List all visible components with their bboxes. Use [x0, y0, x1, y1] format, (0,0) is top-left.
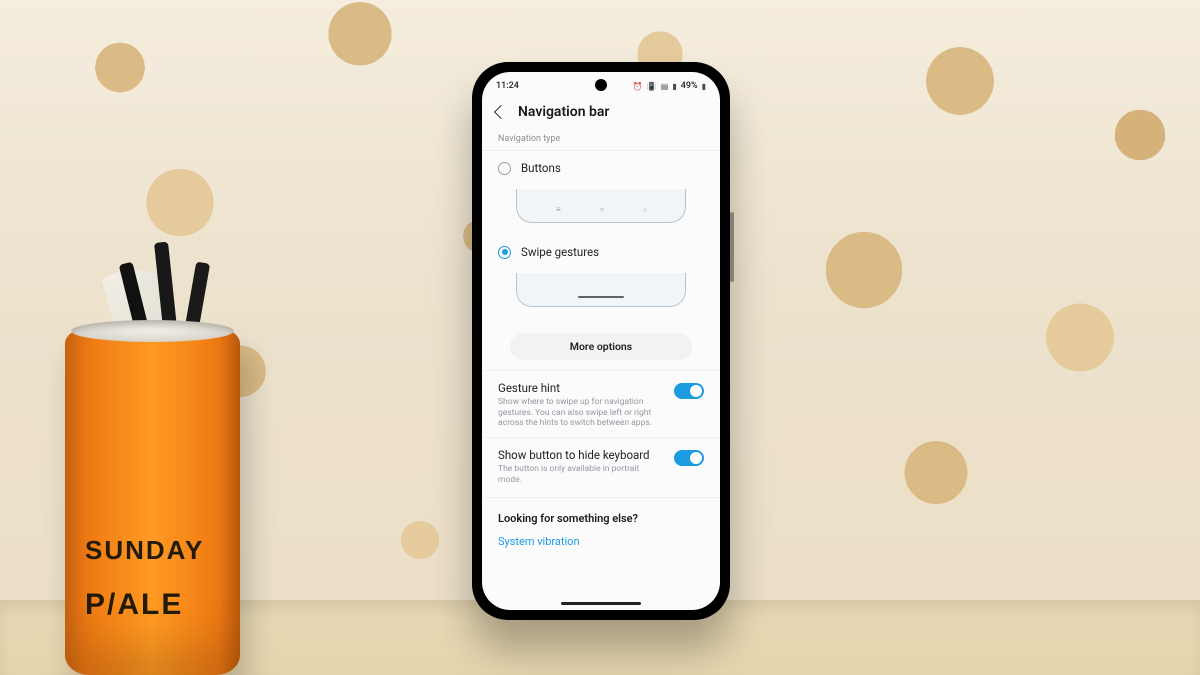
toggle-hide-keyboard[interactable]: [674, 450, 704, 466]
battery-text: 49%: [681, 81, 698, 91]
signal-icon: ▮: [672, 82, 676, 91]
front-camera-hole: [595, 79, 607, 91]
back-glyph-icon: ‹: [644, 205, 646, 214]
page-header: Navigation bar: [482, 96, 720, 130]
preview-swipe: [510, 267, 692, 311]
hide-keyboard-title: Show button to hide keyboard: [498, 448, 664, 462]
battery-icon: ▮: [702, 82, 706, 91]
home-icon: ○: [600, 205, 605, 214]
phone-frame: 11:24 ⏰ 📳 ▤ ▮ 49% ▮ Navigation bar Navig…: [472, 62, 730, 620]
can-label-line2: P/ALE: [85, 588, 183, 622]
row-gesture-hint[interactable]: Gesture hint Show where to swipe up for …: [482, 370, 720, 437]
hide-keyboard-desc: The button is only available in portrait…: [498, 464, 664, 485]
recents-icon: ≡: [556, 205, 561, 214]
option-buttons-label: Buttons: [521, 161, 561, 175]
option-swipe-label: Swipe gestures: [521, 245, 599, 259]
phone-screen: 11:24 ⏰ 📳 ▤ ▮ 49% ▮ Navigation bar Navig…: [482, 72, 720, 610]
more-options-button[interactable]: More options: [510, 333, 692, 360]
wifi-icon: ▤: [661, 82, 669, 91]
can-label-line1: SUNDAY: [85, 535, 204, 566]
orange-can: SUNDAY P/ALE: [65, 330, 240, 675]
section-label-nav-type: Navigation type: [482, 130, 720, 151]
page-title: Navigation bar: [518, 104, 609, 120]
option-buttons[interactable]: Buttons: [482, 151, 720, 177]
radio-buttons[interactable]: [498, 162, 511, 175]
option-swipe[interactable]: Swipe gestures: [482, 235, 720, 261]
back-icon[interactable]: [494, 105, 508, 119]
radio-swipe[interactable]: [498, 246, 511, 259]
footer-heading: Looking for something else?: [482, 497, 720, 529]
row-hide-keyboard-button[interactable]: Show button to hide keyboard The button …: [482, 437, 720, 493]
footer-link-system-vibration[interactable]: System vibration: [482, 529, 720, 562]
gesture-hint-title: Gesture hint: [498, 381, 664, 395]
preview-buttons: ≡ ○ ‹: [510, 183, 692, 227]
system-gesture-bar[interactable]: [561, 602, 641, 605]
vibrate-icon: 📳: [647, 82, 657, 91]
preview-buttons-icons: ≡ ○ ‹: [517, 205, 685, 214]
toggle-gesture-hint[interactable]: [674, 383, 704, 399]
status-time: 11:24: [496, 81, 519, 91]
gesture-hint-bar-icon: [578, 296, 624, 298]
gesture-hint-desc: Show where to swipe up for navigation ge…: [498, 397, 664, 429]
alarm-icon: ⏰: [633, 82, 643, 91]
